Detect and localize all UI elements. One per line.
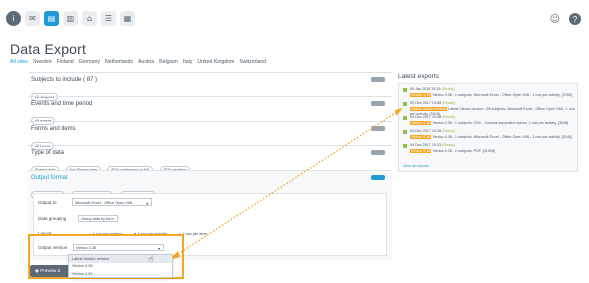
forms-section: Forms and items All forms [28,121,392,150]
site-item[interactable]: United Kingdom [197,59,234,65]
output-to-value: Microsoft Excel - Office Open XML [75,200,134,205]
site-item[interactable]: Netherlands [105,59,133,65]
export-text: Viedoc 4.38 ; 1 subjects, Microsoft Exce… [432,92,572,97]
export-date: 04 Dec 2017 10:33 [410,143,442,147]
view-all-exports-link[interactable]: View all exports [403,164,429,168]
export-version-highlight: Viedoc 4.38 [410,92,432,97]
latest-exports-title: Latest exports [398,73,439,80]
export-status: (Ready) [442,115,456,119]
section-title: Events and time period [31,101,93,107]
edit-button[interactable] [371,77,385,82]
document-icon [403,88,407,92]
document-icon [403,102,407,106]
email-icon[interactable]: ✉ [25,11,40,26]
document-icon [403,116,407,120]
type-section: Type of data Signed data Not Signed data… [28,145,392,174]
site-item[interactable]: Italy [183,59,193,65]
table-icon[interactable]: ▦ [120,11,135,26]
bar-chart-icon[interactable]: ▥ [63,11,78,26]
site-item[interactable]: Austria [138,59,154,65]
export-text: Viedoc 4.38 ; 2 subjects, PDF. [31908] [432,148,495,153]
page-title: Data Export [10,41,87,57]
section-title: Type of data [31,150,65,156]
list-icon[interactable]: ☰ [101,11,116,26]
document-icon [403,144,407,148]
site-item[interactable]: Finland [57,59,74,65]
events-section: Events and time period All events [28,96,392,125]
grouping-select[interactable]: Group data by form [78,215,118,222]
export-version-highlight: Viedoc 4.38 [410,134,432,139]
export-row[interactable]: 04 Dec 2017 10:36 (Ready) Viedoc 4.38 Vie… [403,129,575,140]
latest-exports-panel: 09 Jan 2018 15:25 (Ready) Viedoc 4.38 Vie… [398,83,578,172]
edit-button[interactable] [371,126,385,131]
export-date: 04 Dec 2017 10:36 [410,129,442,133]
edit-button[interactable] [371,150,385,155]
collapse-button[interactable] [371,175,385,180]
info-icon[interactable]: i [6,11,21,26]
output-to-label: Output to [38,200,57,205]
section-title: Output format [31,175,68,181]
toolbar-right: ☺ ? [550,13,581,25]
export-text: Viedoc 4.38 ; 1 subjects, Microsoft Exce… [432,134,572,139]
help-icon[interactable]: ? [569,13,581,25]
version-option[interactable]: Viedoc 4.39 [69,270,172,278]
export-version-highlight: Latest Viedoc version [410,106,448,111]
export-status: (Ready) [441,87,455,91]
version-option[interactable]: Viedoc 4.38 [69,263,172,271]
edit-button[interactable] [371,101,385,106]
export-version-highlight: Viedoc 4.38 [410,148,432,153]
chevron-down-icon: ▾ [146,201,148,206]
pointer-cursor-icon: ☝ [148,255,154,265]
export-date: 09 Jan 2018 15:25 [410,87,441,91]
export-version-highlight: Viedoc 4.38 [410,120,432,125]
user-icon[interactable]: ☺ [550,14,560,25]
site-item[interactable]: Germany [79,59,100,65]
export-status: (Ready) [442,129,456,133]
export-text: Viedoc 4.38 ; 1 subjects, CSV - Comma se… [432,120,569,125]
export-date: 04 Dec 2017 10:38 [410,115,442,119]
document-icon[interactable]: ▤ [44,11,59,26]
export-status: (Ready) [442,101,456,105]
site-item[interactable]: Belgium [159,59,178,65]
site-filter: All sites Sweden Finland Germany Netherl… [10,59,266,65]
export-date: 05 Dec 2017 14:58 [410,101,442,105]
export-status: (Ready) [442,143,456,147]
version-option[interactable]: Latest Viedoc version [69,255,172,263]
radio-label: 1 row per item [182,231,207,236]
grouping-label: Data grouping [38,216,67,221]
export-row[interactable]: 04 Dec 2017 10:33 (Ready) Viedoc 4.38 Vie… [403,143,575,154]
bank-icon[interactable]: ⌂ [82,11,97,26]
toolbar: i ✉ ▤ ▥ ⌂ ☰ ▦ [6,11,135,26]
site-item[interactable]: Sweden [33,59,52,65]
output-to-select[interactable]: Microsoft Excel - Office Open XML ▾ [72,198,152,206]
section-title: Subjects to include ( 87 ) [31,77,98,83]
document-icon [403,130,407,134]
section-title: Forms and items [31,126,76,132]
export-row[interactable]: 09 Jan 2018 15:25 (Ready) Viedoc 4.38 Vie… [403,87,575,98]
site-item[interactable]: Switzerland [239,59,266,65]
site-all[interactable]: All sites [10,59,28,65]
export-row[interactable]: 04 Dec 2017 10:38 (Ready) Viedoc 4.38 Vie… [403,115,575,126]
version-dropdown-menu: Latest Viedoc version Viedoc 4.38 Viedoc… [68,254,173,278]
subjects-section: Subjects to include ( 87 ) All subjects [28,72,392,101]
